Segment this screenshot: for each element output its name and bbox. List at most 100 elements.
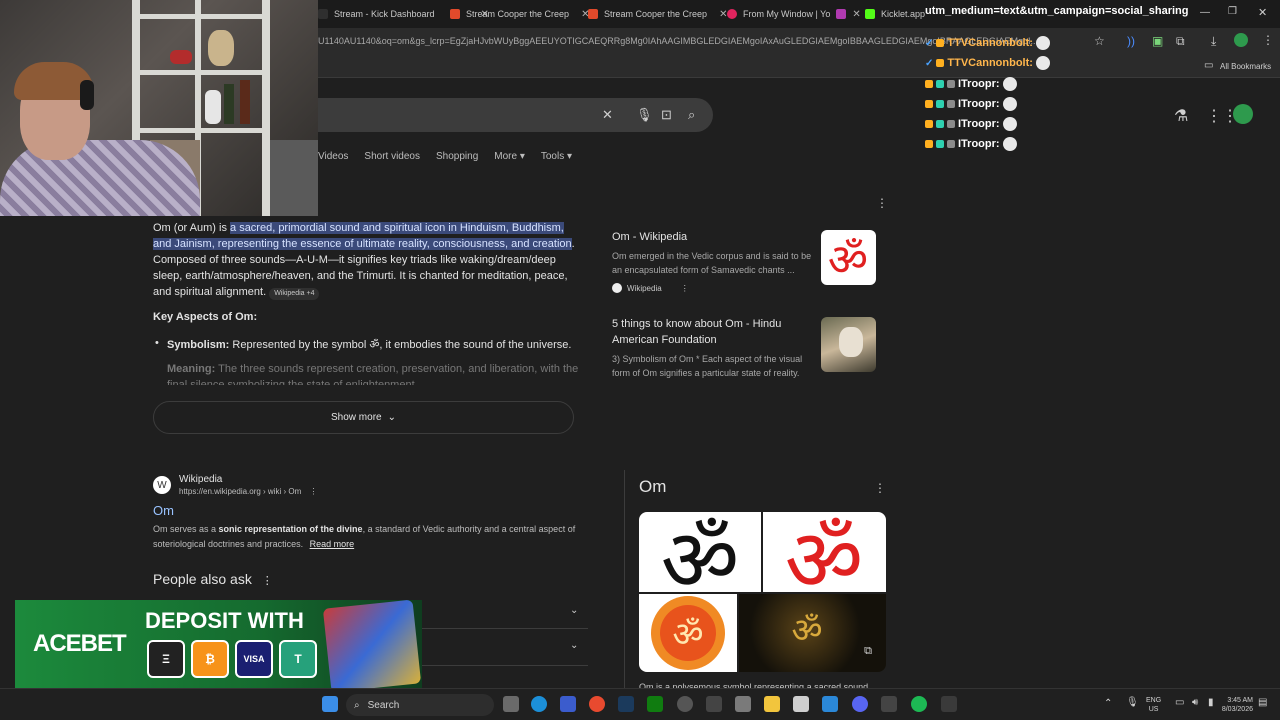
dog-thumbnail[interactable]: [821, 317, 876, 372]
all-bookmarks-link[interactable]: All Bookmarks: [1220, 62, 1271, 71]
tray-chevron-icon[interactable]: ⌃: [1104, 699, 1112, 709]
star-icon[interactable]: ☆: [1094, 34, 1105, 48]
panel-divider: [624, 470, 625, 690]
chat-message: ✓ TTVCannonbolt:: [925, 54, 1050, 72]
maximize-icon[interactable]: ❐: [1228, 6, 1237, 17]
app-icon[interactable]: [822, 696, 838, 712]
language-indicator[interactable]: ENG US: [1146, 696, 1161, 714]
clear-icon[interactable]: ✕: [602, 107, 613, 123]
lens-icon[interactable]: ⊡: [661, 107, 672, 123]
om-image-mandala[interactable]: ॐ: [639, 594, 737, 672]
chat-message: ITroopr:: [925, 135, 1017, 153]
tab-stream-1[interactable]: Stream Cooper the Creep ✕: [450, 4, 589, 24]
app-icon[interactable]: [677, 696, 693, 712]
om-image-black[interactable]: ॐ: [639, 512, 761, 592]
app-icon[interactable]: [560, 696, 576, 712]
media-icon: [836, 9, 847, 19]
notification-icon[interactable]: ▤: [1258, 698, 1267, 708]
steam-icon[interactable]: [618, 696, 634, 712]
source-card-hindu-american[interactable]: 5 things to know about Om - Hindu Americ…: [612, 316, 817, 380]
ad-headline: DEPOSIT WITH: [145, 608, 304, 633]
file-explorer-icon[interactable]: [764, 696, 780, 712]
filter-shopping[interactable]: Shopping: [436, 151, 478, 162]
profile-avatar[interactable]: [1234, 33, 1248, 47]
source-desc: Om emerged in the Vedic corpus and is sa…: [612, 251, 812, 275]
overview-menu-icon[interactable]: ⋮: [876, 196, 888, 210]
more-icon: ⋮: [680, 283, 689, 293]
tab-stream-2[interactable]: Stream Cooper the Creep ✕: [588, 4, 727, 24]
svg-text:ॐ: ॐ: [791, 611, 822, 651]
app-icon[interactable]: [793, 696, 809, 712]
source-chip[interactable]: Wikipedia +4: [269, 288, 320, 300]
result-url[interactable]: https://en.wikipedia.org › wiki › Om ⋮: [179, 487, 318, 496]
task-view-icon[interactable]: [503, 696, 519, 712]
crown-icon: [936, 39, 945, 47]
sub-badge-icon: [936, 100, 944, 108]
om-image-red[interactable]: ॐ: [763, 512, 886, 592]
download-icon[interactable]: ⤓: [1211, 34, 1216, 49]
taskbar-search[interactable]: ⌕ Search: [346, 694, 494, 716]
gift-badge-icon: [947, 120, 955, 128]
source-title: Om - Wikipedia: [612, 231, 688, 243]
kick-icon: [318, 9, 328, 19]
close-icon[interactable]: ✕: [852, 9, 860, 20]
minimize-icon[interactable]: —: [1200, 7, 1210, 18]
result-site[interactable]: Wikipedia: [179, 474, 222, 485]
ai-overview: Om (or Aum) is a sacred, primordial soun…: [153, 220, 578, 300]
om-thumbnail[interactable]: ॐ: [821, 230, 876, 285]
search-input[interactable]: ✕ 🎙︎ ⊡ ⌕: [318, 98, 713, 132]
svg-text:ॐ: ॐ: [785, 512, 863, 592]
tab-from-my-window[interactable]: From My Window | Yo ✕: [727, 4, 861, 24]
chat-message: ITroopr:: [925, 75, 1017, 93]
app-icon[interactable]: [706, 696, 722, 712]
wikipedia-icon: W: [153, 476, 171, 494]
result-title-link[interactable]: Om: [153, 503, 174, 518]
menu-icon[interactable]: ⋮: [1262, 33, 1274, 47]
network-icon[interactable]: ▭: [1175, 698, 1184, 708]
filter-tools[interactable]: Tools ▾: [541, 151, 572, 162]
ad-banner[interactable]: ACEBET DEPOSIT WITH Ξ ₿ VISA T: [15, 600, 422, 688]
edge-icon[interactable]: [531, 696, 547, 712]
labs-icon[interactable]: ⚗: [1174, 106, 1188, 126]
search-icon[interactable]: ⌕: [688, 107, 695, 123]
extension-badge-icon[interactable]: ▣: [1152, 34, 1163, 48]
image-gallery-icon[interactable]: ⧉: [864, 645, 872, 658]
account-avatar[interactable]: [1233, 104, 1253, 124]
xbox-icon[interactable]: [647, 696, 663, 712]
chat-message: ITroopr:: [925, 95, 1017, 113]
microphone-icon[interactable]: 🎙︎: [636, 107, 653, 123]
spotify-icon[interactable]: [911, 696, 927, 712]
om-image-gold[interactable]: ॐ ⧉: [739, 594, 886, 672]
crown-icon: [925, 120, 933, 128]
sub-badge-icon: [936, 120, 944, 128]
soundcloud-icon: [588, 9, 598, 19]
microphone-icon[interactable]: 🎙︎: [1126, 698, 1139, 708]
read-aloud-icon[interactable]: )): [1127, 34, 1135, 48]
overview-intro: Om (or Aum) is: [153, 222, 231, 234]
filter-short-videos[interactable]: Short videos: [364, 151, 420, 162]
windows-start-icon[interactable]: [322, 696, 338, 712]
filter-videos[interactable]: Videos: [318, 151, 348, 162]
skull-emote-icon: [1002, 137, 1017, 151]
filter-more[interactable]: More ▾: [494, 151, 525, 162]
show-more-button[interactable]: Show more ⌄: [153, 401, 574, 434]
read-more-link[interactable]: Read more: [310, 539, 355, 549]
chevron-down-icon[interactable]: ⌄: [570, 605, 578, 616]
app-icon[interactable]: [881, 696, 897, 712]
svg-text:ॐ: ॐ: [661, 512, 739, 592]
panel-menu-icon[interactable]: ⋮: [874, 481, 886, 495]
visa-icon: VISA: [235, 640, 273, 678]
chevron-down-icon[interactable]: ⌄: [570, 640, 578, 651]
volume-icon[interactable]: 🔊︎: [1192, 698, 1198, 708]
tab-label: Stream Cooper the Creep: [604, 9, 708, 19]
app-icon[interactable]: [941, 696, 957, 712]
extensions-icon[interactable]: ⧉: [1176, 34, 1185, 49]
source-card-wikipedia[interactable]: Om - Wikipedia Om emerged in the Vedic c…: [612, 229, 817, 293]
clock[interactable]: 3:45 AM 8/03/2026: [1213, 696, 1253, 714]
discord-icon[interactable]: [852, 696, 868, 712]
settings-icon[interactable]: [735, 696, 751, 712]
chrome-icon[interactable]: [589, 696, 605, 712]
window-close-icon[interactable]: ✕: [1258, 6, 1267, 19]
chat-url-text: utm_medium=text&utm_campaign=social_shar…: [925, 5, 1189, 17]
tab-kicklet[interactable]: Kicklet.app: [865, 4, 925, 24]
